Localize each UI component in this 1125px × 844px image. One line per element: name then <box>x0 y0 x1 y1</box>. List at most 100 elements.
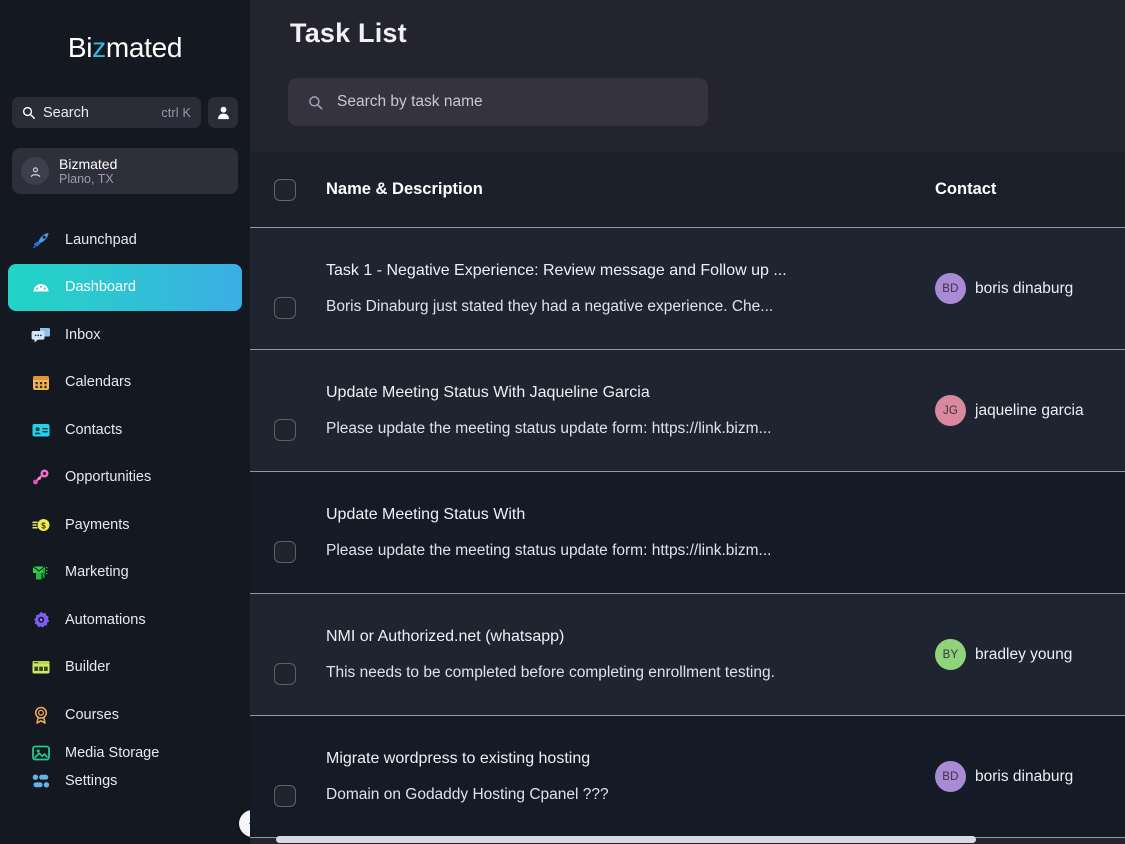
column-header-name[interactable]: Name & Description <box>326 180 935 199</box>
row-checkbox[interactable] <box>274 503 326 563</box>
logo-suffix: mated <box>105 31 183 63</box>
row-contact: BD boris dinaburg <box>935 761 1125 792</box>
sidebar-item-courses[interactable]: Courses <box>8 691 242 739</box>
sidebar-item-label: Settings <box>65 772 118 789</box>
image-icon <box>30 742 51 763</box>
table-row[interactable]: Task 1 - Negative Experience: Review mes… <box>250 228 1125 350</box>
contact-name: jaqueline garcia <box>975 401 1084 419</box>
row-contact: JG jaqueline garcia <box>935 395 1125 426</box>
task-search-placeholder: Search by task name <box>337 93 483 110</box>
table-row[interactable]: Migrate wordpress to existing hosting Do… <box>250 716 1125 838</box>
sidebar-item-label: Contacts <box>65 421 123 438</box>
row-contact: BD boris dinaburg <box>935 273 1125 304</box>
sidebar-nav: Launchpad Dashboard Inbox Calendars Cont… <box>0 216 250 795</box>
chat-bubble-icon <box>30 324 51 345</box>
task-search-input[interactable]: Search by task name <box>288 78 708 126</box>
contact-name: boris dinaburg <box>975 279 1074 297</box>
brand-logo[interactable]: Bizmated <box>0 0 250 95</box>
column-header-contact[interactable]: Contact <box>935 180 1125 199</box>
select-all-checkbox[interactable] <box>274 178 326 201</box>
task-title: NMI or Authorized.net (whatsapp) <box>326 627 565 645</box>
app-root: Bizmated Search ctrl K Bizmated Plano, T… <box>0 0 1125 844</box>
avatar: BD <box>935 761 966 792</box>
sidebar-item-label: Media Storage <box>65 744 160 761</box>
search-input[interactable]: Search ctrl K <box>12 97 201 128</box>
scrollbar-thumb[interactable] <box>276 836 976 843</box>
row-checkbox[interactable] <box>274 625 326 685</box>
sidebar-item-label: Courses <box>65 706 119 723</box>
row-checkbox[interactable] <box>274 381 326 441</box>
avatar: BY <box>935 639 966 670</box>
coin-dollar-icon: $ <box>30 514 51 535</box>
search-label: Search <box>43 104 89 121</box>
task-description: This needs to be completed before comple… <box>326 663 775 681</box>
sidebar-item-payments[interactable]: $ Payments <box>8 501 242 549</box>
sidebar-item-settings[interactable]: Settings <box>8 767 242 795</box>
main-content: Task List Search by task name Name & Des… <box>250 0 1125 844</box>
row-checkbox[interactable] <box>274 259 326 319</box>
sidebar-item-dashboard[interactable]: Dashboard <box>8 263 242 311</box>
row-checkbox[interactable] <box>274 747 326 807</box>
contact-name: bradley young <box>975 645 1073 663</box>
task-description: Boris Dinaburg just stated they had a ne… <box>326 297 774 315</box>
task-title: Task 1 - Negative Experience: Review mes… <box>326 261 787 279</box>
sliders-icon <box>30 770 51 791</box>
task-table: Name & Description Contact Task 1 - Nega… <box>250 152 1125 838</box>
award-ribbon-icon <box>30 704 51 725</box>
task-title: Update Meeting Status With <box>326 505 526 523</box>
calendar-icon <box>30 372 51 393</box>
horizontal-scrollbar[interactable] <box>250 835 1125 844</box>
sidebar-item-label: Opportunities <box>65 469 152 486</box>
user-avatar-button[interactable] <box>208 97 238 128</box>
workspace-selector[interactable]: Bizmated Plano, TX <box>12 148 238 194</box>
search-shortcut: ctrl K <box>161 105 191 120</box>
table-row[interactable]: Update Meeting Status With Please update… <box>250 472 1125 594</box>
svg-text:$: $ <box>41 521 46 530</box>
gear-icon <box>30 609 51 630</box>
task-title: Migrate wordpress to existing hosting <box>326 749 591 767</box>
task-description: Please update the meeting status update … <box>326 419 772 437</box>
sidebar-item-label: Inbox <box>65 326 101 343</box>
task-title: Update Meeting Status With Jaqueline Gar… <box>326 383 650 401</box>
search-icon <box>22 106 35 119</box>
megaphone-mail-icon <box>30 562 51 583</box>
sidebar-item-launchpad[interactable]: Launchpad <box>8 216 242 264</box>
contact-card-icon <box>30 419 51 440</box>
sidebar-item-label: Builder <box>65 659 111 676</box>
sidebar-item-marketing[interactable]: Marketing <box>8 549 242 597</box>
logo-accent-letter: z <box>92 31 106 63</box>
sidebar-item-opportunities[interactable]: Opportunities <box>8 454 242 502</box>
rocket-icon <box>30 229 51 250</box>
sidebar-item-contacts[interactable]: Contacts <box>8 406 242 454</box>
avatar: JG <box>935 395 966 426</box>
sidebar-item-label: Dashboard <box>65 279 136 296</box>
sidebar: Bizmated Search ctrl K Bizmated Plano, T… <box>0 0 250 844</box>
sidebar-item-media-storage[interactable]: Media Storage <box>8 739 242 767</box>
sidebar-item-label: Calendars <box>65 374 132 391</box>
contact-name: boris dinaburg <box>975 767 1074 785</box>
workspace-name: Bizmated <box>59 155 118 172</box>
sidebar-item-calendars[interactable]: Calendars <box>8 359 242 407</box>
sidebar-item-label: Launchpad <box>65 231 137 248</box>
dashboard-icon <box>30 277 51 298</box>
avatar: BD <box>935 273 966 304</box>
sidebar-item-builder[interactable]: Builder <box>8 644 242 692</box>
workspace-location: Plano, TX <box>59 171 114 186</box>
location-pin-icon <box>21 157 49 185</box>
page-title: Task List <box>290 18 407 48</box>
table-row[interactable]: Update Meeting Status With Jaqueline Gar… <box>250 350 1125 472</box>
sidebar-item-label: Marketing <box>65 564 129 581</box>
logo-prefix: Bi <box>67 31 93 63</box>
task-search-area: Search by task name <box>250 49 1125 126</box>
sidebar-item-label: Payments <box>65 516 130 533</box>
row-contact: BY bradley young <box>935 639 1125 670</box>
sidebar-item-label: Automations <box>65 611 146 628</box>
sidebar-collapse-button[interactable] <box>239 810 250 837</box>
sidebar-item-automations[interactable]: Automations <box>8 596 242 644</box>
sidebar-item-inbox[interactable]: Inbox <box>8 311 242 359</box>
table-row[interactable]: NMI or Authorized.net (whatsapp) This ne… <box>250 594 1125 716</box>
window-builder-icon <box>30 657 51 678</box>
table-header-row: Name & Description Contact <box>250 152 1125 228</box>
opportunity-icon <box>30 467 51 488</box>
task-description: Please update the meeting status update … <box>326 541 772 559</box>
